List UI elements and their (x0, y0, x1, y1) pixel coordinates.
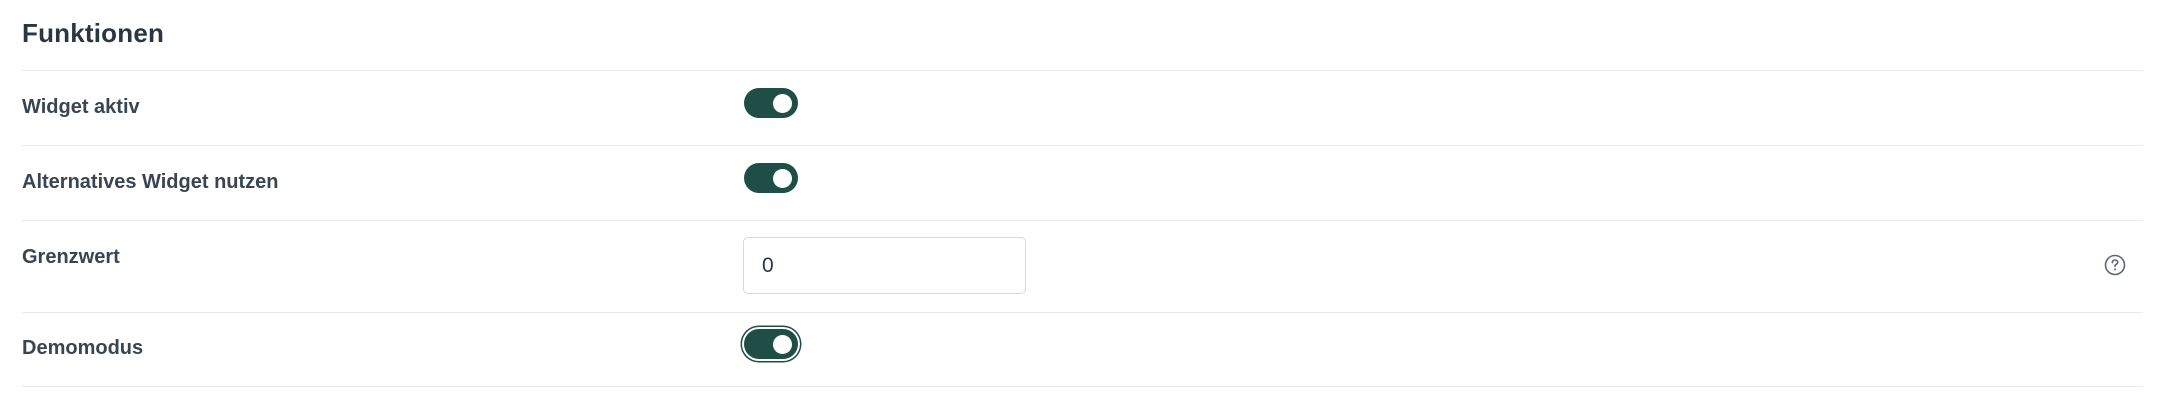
widget-active-toggle[interactable] (744, 88, 798, 118)
demo-mode-toggle[interactable] (744, 329, 798, 359)
demo-mode-label: Demomodus (22, 337, 144, 359)
widget-active-label: Widget aktiv (22, 96, 140, 118)
question-circle-icon[interactable] (2104, 254, 2126, 276)
alternative-widget-toggle[interactable] (744, 163, 798, 193)
divider (22, 312, 2143, 313)
divider (22, 70, 2143, 71)
toggle-knob (773, 169, 792, 188)
features-panel: Funktionen Widget aktiv Alternatives Wid… (0, 0, 2158, 420)
threshold-label: Grenzwert (22, 246, 120, 268)
toggle-knob (773, 94, 792, 113)
divider (22, 145, 2143, 146)
section-title: Funktionen (22, 18, 165, 48)
alternative-widget-label: Alternatives Widget nutzen (22, 171, 279, 193)
threshold-input[interactable] (743, 237, 1026, 294)
divider (22, 220, 2143, 221)
divider (22, 386, 2143, 387)
toggle-knob (773, 335, 792, 354)
